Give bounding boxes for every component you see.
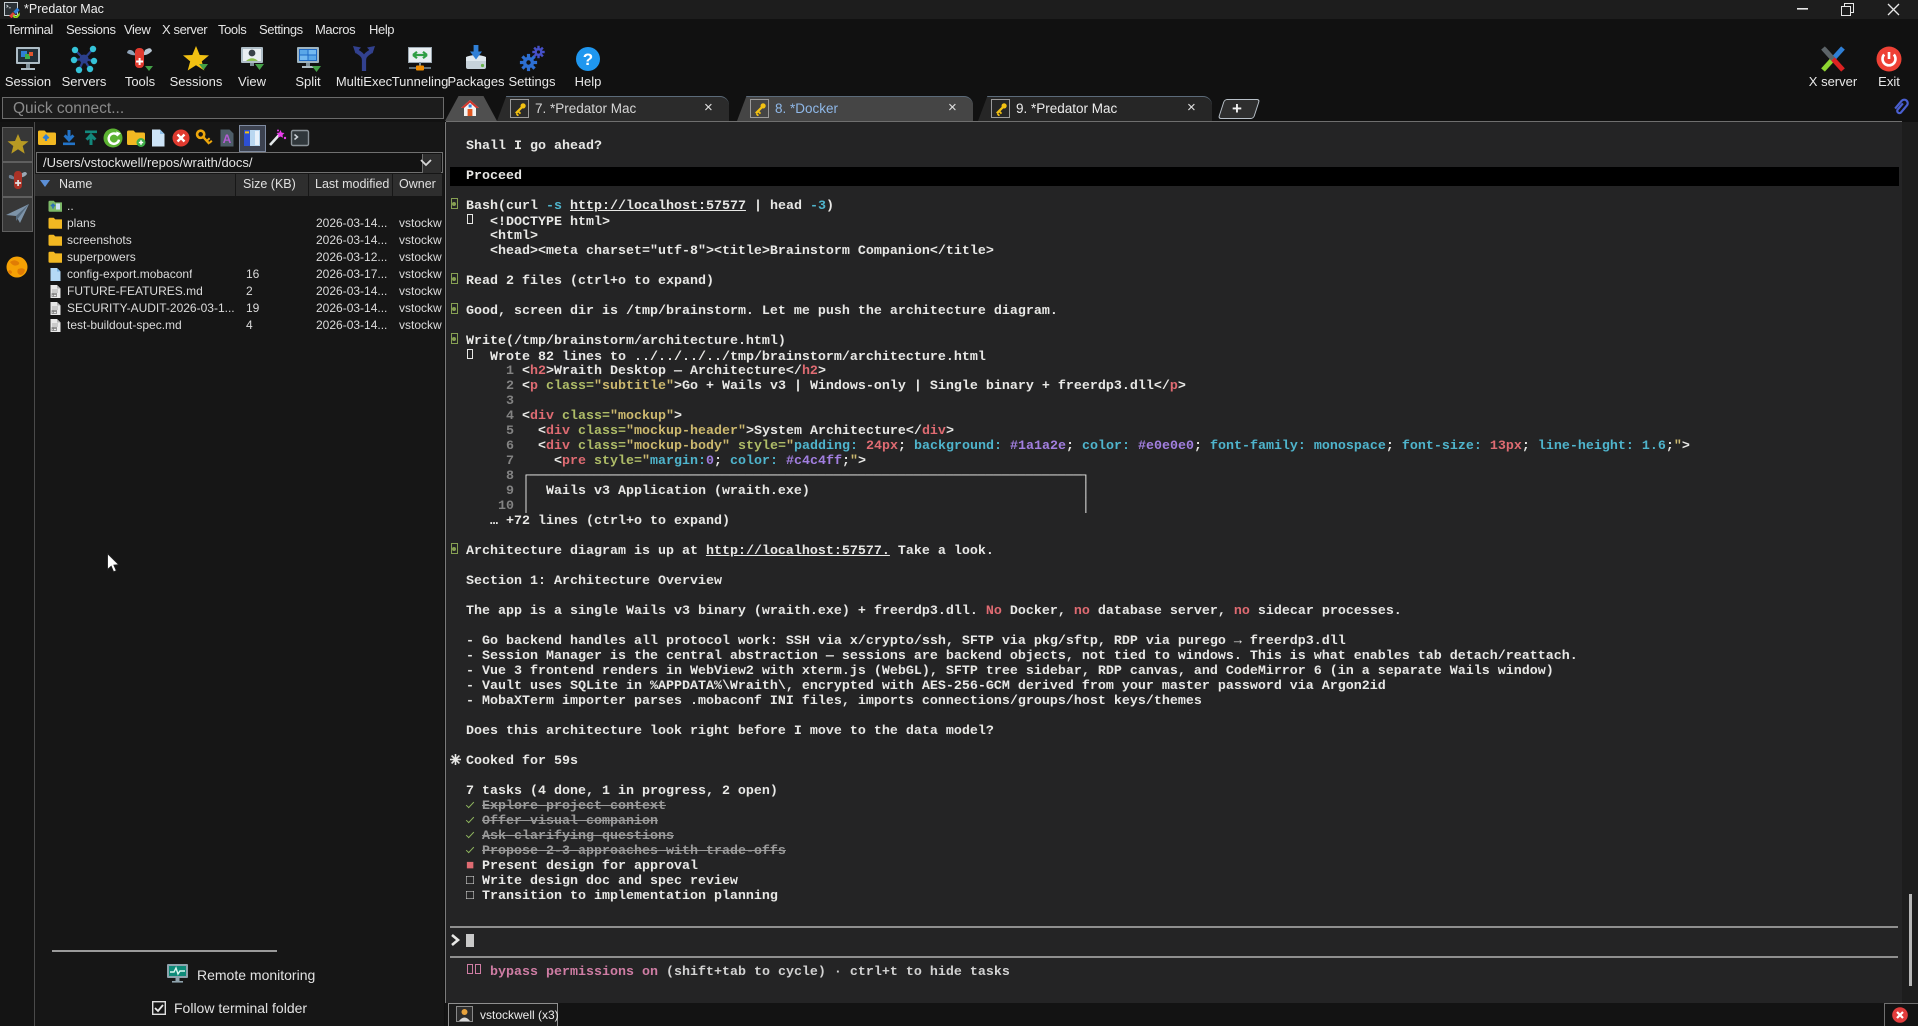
svg-text:A: A [223,132,232,146]
svg-text:?: ? [583,50,593,69]
